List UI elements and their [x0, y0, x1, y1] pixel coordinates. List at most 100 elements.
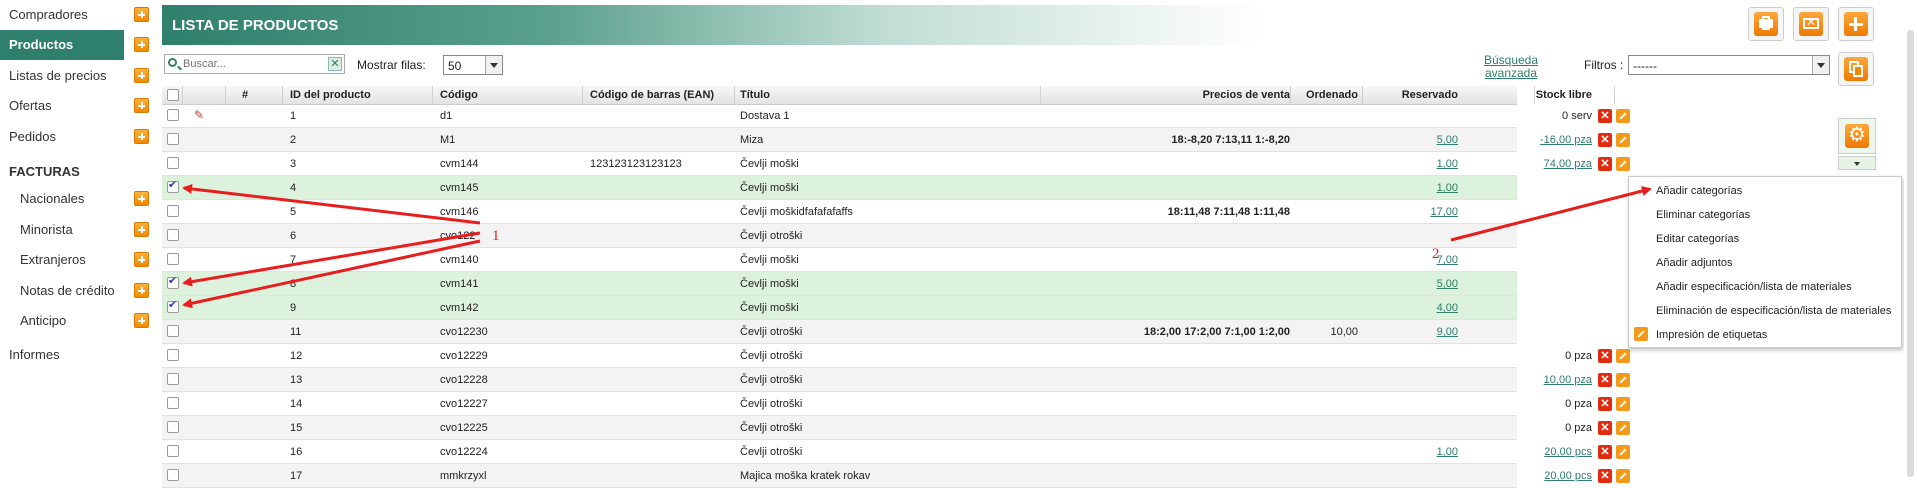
- delete-icon[interactable]: ✕: [1598, 397, 1612, 411]
- sidebar-item-compradores[interactable]: Compradores: [0, 0, 124, 30]
- delete-icon[interactable]: ✕: [1598, 133, 1612, 147]
- delete-icon[interactable]: ✕: [1598, 157, 1612, 171]
- edit-icon[interactable]: [1616, 349, 1630, 363]
- add-icon[interactable]: [134, 129, 149, 144]
- cell-reserved[interactable]: 7,00: [1358, 248, 1458, 271]
- add-icon[interactable]: [134, 222, 149, 237]
- add-product-button[interactable]: [1838, 7, 1874, 41]
- delete-icon[interactable]: ✕: [1598, 349, 1612, 363]
- advanced-search-link[interactable]: Búsqueda avanzada: [1481, 54, 1541, 80]
- delete-icon[interactable]: ✕: [1598, 421, 1612, 435]
- column-header-0[interactable]: #: [242, 86, 272, 104]
- row-checkbox[interactable]: [167, 397, 179, 409]
- sidebar-item-listas-de-precios[interactable]: Listas de precios: [0, 61, 124, 91]
- table-row[interactable]: 2 M1 Miza 18:-8,20 7:13,11 1:-8,20 5,00 -16,0…: [162, 128, 1630, 152]
- row-checkbox[interactable]: [167, 349, 179, 361]
- table-row[interactable]: 12 cvo12229 Čevlji otroški 0 pza ✕: [162, 344, 1630, 368]
- table-row[interactable]: 4 cvm145 Čevlji moški 1,00: [162, 176, 1517, 200]
- row-checkbox[interactable]: [167, 469, 179, 481]
- cell-reserved[interactable]: 17,00: [1358, 200, 1458, 223]
- actions-dropdown-toggle[interactable]: [1838, 156, 1876, 170]
- row-checkbox[interactable]: [167, 133, 179, 145]
- delete-icon[interactable]: ✕: [1598, 373, 1612, 387]
- column-header-8[interactable]: Stock libre: [1458, 86, 1592, 104]
- email-button[interactable]: [1793, 7, 1829, 41]
- row-checkbox[interactable]: [167, 421, 179, 433]
- actions-button[interactable]: [1838, 118, 1876, 154]
- add-icon[interactable]: [134, 191, 149, 206]
- cell-stock[interactable]: 74,00 pza: [1458, 152, 1592, 175]
- add-icon[interactable]: [134, 283, 149, 298]
- scrollbar-thumb[interactable]: [1907, 30, 1914, 477]
- row-checkbox[interactable]: [167, 229, 179, 241]
- table-row[interactable]: 15 cvo12225 Čevlji otroški 0 pza ✕: [162, 416, 1630, 440]
- add-icon[interactable]: [134, 313, 149, 328]
- table-row[interactable]: 6 cvo122 Čevlji otroški: [162, 224, 1517, 248]
- row-checkbox[interactable]: [167, 109, 179, 121]
- row-checkbox[interactable]: [167, 325, 179, 337]
- edit-icon[interactable]: [1616, 157, 1630, 171]
- edit-icon[interactable]: [1616, 133, 1630, 147]
- cell-reserved[interactable]: 9,00: [1358, 320, 1458, 343]
- sidebar-item-anticipo[interactable]: Anticipo: [0, 306, 124, 336]
- table-row[interactable]: 11 cvo12230 Čevlji otroški 18:2,00 17:2,00 …: [162, 320, 1517, 344]
- cell-reserved[interactable]: 4,00: [1358, 296, 1458, 319]
- sidebar-item-nacionales[interactable]: Nacionales: [0, 184, 124, 214]
- row-checkbox[interactable]: [167, 373, 179, 385]
- delete-icon[interactable]: ✕: [1598, 469, 1612, 483]
- add-icon[interactable]: [134, 37, 149, 52]
- cell-reserved[interactable]: 5,00: [1358, 272, 1458, 295]
- menu-item-3[interactable]: Añadir adjuntos: [1656, 251, 1732, 275]
- cell-reserved[interactable]: 5,00: [1358, 128, 1458, 151]
- row-checkbox[interactable]: [167, 178, 179, 193]
- column-header-4[interactable]: Título: [740, 86, 980, 104]
- table-row[interactable]: 16 cvo12224 Čevlji otroški 1,00 20,00 pcs ✕: [162, 440, 1630, 464]
- column-header-7[interactable]: Reservado: [1358, 86, 1458, 104]
- sidebar-item-informes[interactable]: Informes: [0, 340, 124, 370]
- menu-item-0[interactable]: Añadir categorías: [1656, 179, 1742, 203]
- sidebar-item-notas-de-crédito[interactable]: Notas de crédito: [0, 276, 124, 306]
- cell-reserved[interactable]: 1,00: [1358, 440, 1458, 463]
- filters-select[interactable]: ------: [1628, 55, 1830, 75]
- column-header-6[interactable]: Ordenado: [1290, 86, 1358, 104]
- table-row[interactable]: 8 cvm141 Čevlji moški 5,00: [162, 272, 1517, 296]
- menu-item-2[interactable]: Editar categorías: [1656, 227, 1739, 251]
- column-header-2[interactable]: Código: [440, 86, 580, 104]
- search-input[interactable]: [183, 56, 321, 72]
- menu-item-5[interactable]: Eliminación de especificación/lista de m…: [1656, 299, 1891, 323]
- table-row[interactable]: 13 cvo12228 Čevlji otroški 10,00 pza ✕: [162, 368, 1630, 392]
- add-icon[interactable]: [134, 252, 149, 267]
- menu-item-1[interactable]: Eliminar categorías: [1656, 203, 1750, 227]
- scrollbar[interactable]: [1904, 0, 1917, 477]
- add-icon[interactable]: [134, 98, 149, 113]
- edit-icon[interactable]: [1616, 373, 1630, 387]
- menu-item-4[interactable]: Añadir especificación/lista de materiale…: [1656, 275, 1852, 299]
- row-checkbox[interactable]: [167, 274, 179, 289]
- table-row[interactable]: 5 cvm146 Čevlji moškidfafafafaffs 18:11,48 …: [162, 200, 1517, 224]
- sidebar-item-ofertas[interactable]: Ofertas: [0, 91, 124, 121]
- copy-button[interactable]: [1838, 52, 1874, 86]
- clear-search-icon[interactable]: ✕: [328, 57, 342, 71]
- edit-icon[interactable]: [1616, 469, 1630, 483]
- cell-stock[interactable]: -16,00 pza: [1458, 128, 1592, 151]
- table-row[interactable]: 9 cvm142 Čevlji moški 4,00: [162, 296, 1517, 320]
- print-button[interactable]: [1748, 7, 1784, 41]
- rows-per-page-select[interactable]: 50: [443, 55, 503, 75]
- table-row[interactable]: 7 cvm140 Čevlji moški 7,00: [162, 248, 1517, 272]
- cell-stock[interactable]: 20,00 pcs: [1458, 440, 1592, 463]
- column-header-1[interactable]: ID del producto: [290, 86, 410, 104]
- sidebar-item-productos[interactable]: Productos: [0, 30, 124, 60]
- column-header-5[interactable]: Precios de venta: [1042, 86, 1290, 104]
- row-checkbox[interactable]: [167, 157, 179, 169]
- add-icon[interactable]: [134, 7, 149, 22]
- table-row[interactable]: 17 mmkrzyxl Majica moška kratek rokav 20,00…: [162, 464, 1630, 488]
- row-checkbox[interactable]: [167, 205, 179, 217]
- menu-item-6[interactable]: Impresión de etiquetas: [1656, 323, 1767, 347]
- edit-icon[interactable]: [1616, 421, 1630, 435]
- edit-icon[interactable]: [1616, 445, 1630, 459]
- edit-icon[interactable]: [1616, 397, 1630, 411]
- delete-icon[interactable]: ✕: [1598, 109, 1612, 123]
- table-row[interactable]: ✎ 1 d1 Dostava 1 0 serv ✕: [162, 104, 1630, 128]
- column-header-3[interactable]: Código de barras (EAN): [590, 86, 740, 104]
- sidebar-item-minorista[interactable]: Minorista: [0, 215, 124, 245]
